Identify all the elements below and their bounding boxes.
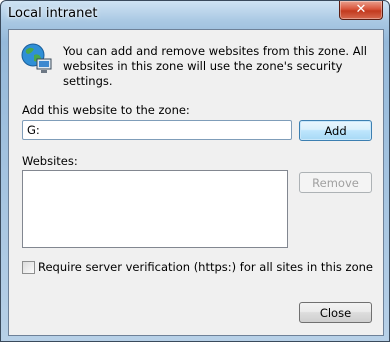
close-button[interactable]: Close xyxy=(299,302,372,323)
close-icon: ✕ xyxy=(355,2,367,17)
add-button[interactable]: Add xyxy=(299,120,372,141)
zone-info-text: You can add and remove websites from thi… xyxy=(63,44,367,88)
remove-button[interactable]: Remove xyxy=(299,172,372,193)
window-close-button[interactable]: ✕ xyxy=(339,1,383,20)
websites-list[interactable] xyxy=(22,170,288,248)
title-bar[interactable]: Local intranet ✕ xyxy=(1,1,389,29)
globe-computer-icon xyxy=(21,43,52,73)
websites-label: Websites: xyxy=(22,154,78,168)
window-title: Local intranet xyxy=(8,6,98,21)
https-verification-label[interactable]: Require server verification (https:) for… xyxy=(38,260,373,274)
website-input[interactable]: G: xyxy=(22,120,292,140)
dialog-window: Local intranet ✕ You can add and remove … xyxy=(0,0,390,342)
dialog-body: You can add and remove websites from thi… xyxy=(8,29,384,336)
add-website-label: Add this website to the zone: xyxy=(22,103,190,117)
https-verification-checkbox[interactable] xyxy=(22,261,35,274)
